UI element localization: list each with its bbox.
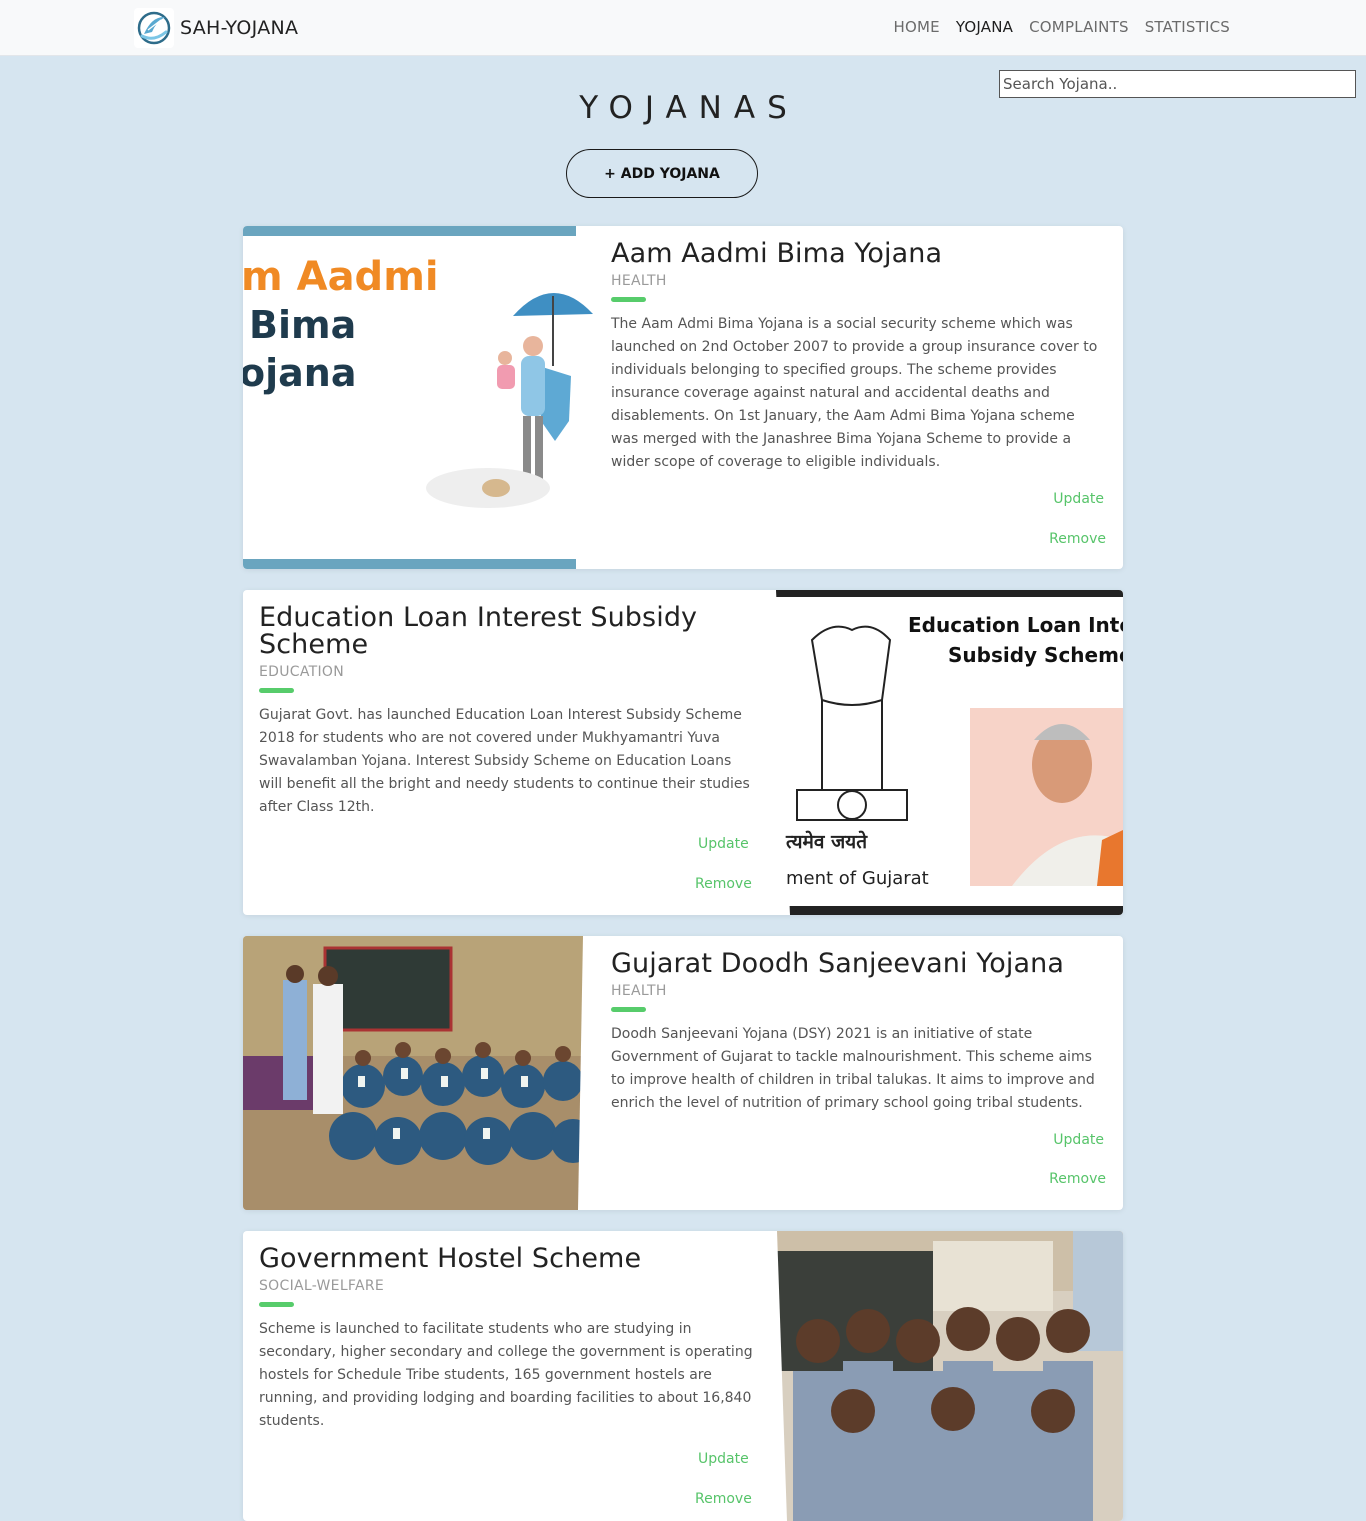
image-text-2: Bima xyxy=(249,303,356,347)
page-title: YOJANAS xyxy=(579,90,799,126)
yojana-title: Government Hostel Scheme xyxy=(259,1243,642,1274)
yojana-card: Gujarat Doodh Sanjeevani Yojana HEALTH D… xyxy=(243,936,1123,1210)
yojana-title: Gujarat Doodh Sanjeevani Yojana xyxy=(611,948,1065,979)
insurance-illustration-icon: m Aadmi Bima ojana xyxy=(243,226,594,569)
yojana-description: Scheme is launched to facilitate student… xyxy=(259,1321,753,1429)
navbar: SAH-YOJANA HOME YOJANA COMPLAINTS STATIS… xyxy=(0,0,1366,56)
remove-link[interactable]: Remove xyxy=(695,876,752,892)
yojana-image: त्यमेव जयते ment of Gujarat Education Lo… xyxy=(772,590,1123,915)
category-divider xyxy=(259,1302,294,1307)
nav-home[interactable]: HOME xyxy=(894,18,940,36)
nav-statistics[interactable]: STATISTICS xyxy=(1145,18,1230,36)
hostel-students-photo-icon xyxy=(773,1231,1123,1521)
category-divider xyxy=(611,1007,646,1012)
yojana-image: m Aadmi Bima ojana xyxy=(243,226,594,569)
brand-logo-icon xyxy=(134,8,174,48)
image-text-1: Education Loan Inter xyxy=(908,613,1123,637)
nav-yojana[interactable]: YOJANA xyxy=(956,18,1013,36)
update-link[interactable]: Update xyxy=(698,836,749,852)
image-text-3: ojana xyxy=(243,351,356,395)
gujarat-emblem-icon: त्यमेव जयते ment of Gujarat Education Lo… xyxy=(772,590,1123,915)
remove-link[interactable]: Remove xyxy=(1049,531,1106,547)
yojana-card-body: Government Hostel Scheme SOCIAL-WELFARE … xyxy=(259,1231,756,1433)
yojana-card-body: Gujarat Doodh Sanjeevani Yojana HEALTH D… xyxy=(611,936,1106,1115)
image-text-3: त्यमेव जयते xyxy=(785,830,868,853)
brand[interactable]: SAH-YOJANA xyxy=(134,8,298,48)
category-divider xyxy=(611,297,646,302)
add-yojana-button[interactable]: + ADD YOJANA xyxy=(566,149,758,198)
update-link[interactable]: Update xyxy=(698,1451,749,1467)
image-text-1: m Aadmi xyxy=(243,254,439,300)
yojana-image xyxy=(243,936,592,1210)
yojana-title: Aam Aadmi Bima Yojana xyxy=(611,238,943,269)
category-divider xyxy=(259,688,294,693)
nav-complaints[interactable]: COMPLAINTS xyxy=(1029,18,1129,36)
yojana-image xyxy=(773,1231,1123,1521)
remove-link[interactable]: Remove xyxy=(695,1491,752,1507)
yojana-description: Doodh Sanjeevani Yojana (DSY) 2021 is an… xyxy=(611,1026,1095,1111)
update-link[interactable]: Update xyxy=(1053,491,1104,507)
yojana-category: SOCIAL-WELFARE xyxy=(259,1278,385,1294)
yojana-category: HEALTH xyxy=(611,983,667,999)
remove-link[interactable]: Remove xyxy=(1049,1171,1106,1187)
school-children-photo-icon xyxy=(243,936,592,1210)
yojana-category: HEALTH xyxy=(611,273,667,289)
yojana-title: Education Loan Interest Subsidy Scheme xyxy=(259,602,698,660)
yojana-description: The Aam Admi Bima Yojana is a social sec… xyxy=(611,316,1098,470)
yojana-card-body: Education Loan Interest Subsidy Scheme E… xyxy=(259,590,756,819)
yojana-category: EDUCATION xyxy=(259,664,345,680)
yojana-card: Government Hostel Scheme SOCIAL-WELFARE … xyxy=(243,1231,1123,1521)
nav-links: HOME YOJANA COMPLAINTS STATISTICS xyxy=(894,18,1230,36)
brand-name: SAH-YOJANA xyxy=(180,17,299,39)
yojana-card-body: Aam Aadmi Bima Yojana HEALTH The Aam Adm… xyxy=(611,226,1106,474)
image-text-2: Subsidy Scheme xyxy=(948,643,1123,667)
update-link[interactable]: Update xyxy=(1053,1132,1104,1148)
yojana-description: Gujarat Govt. has launched Education Loa… xyxy=(259,707,750,815)
yojana-card: Education Loan Interest Subsidy Scheme E… xyxy=(243,590,1123,915)
yojana-card: m Aadmi Bima ojana Aam Aadmi Bima Yojana… xyxy=(243,226,1123,569)
image-text-4: ment of Gujarat xyxy=(786,868,929,889)
